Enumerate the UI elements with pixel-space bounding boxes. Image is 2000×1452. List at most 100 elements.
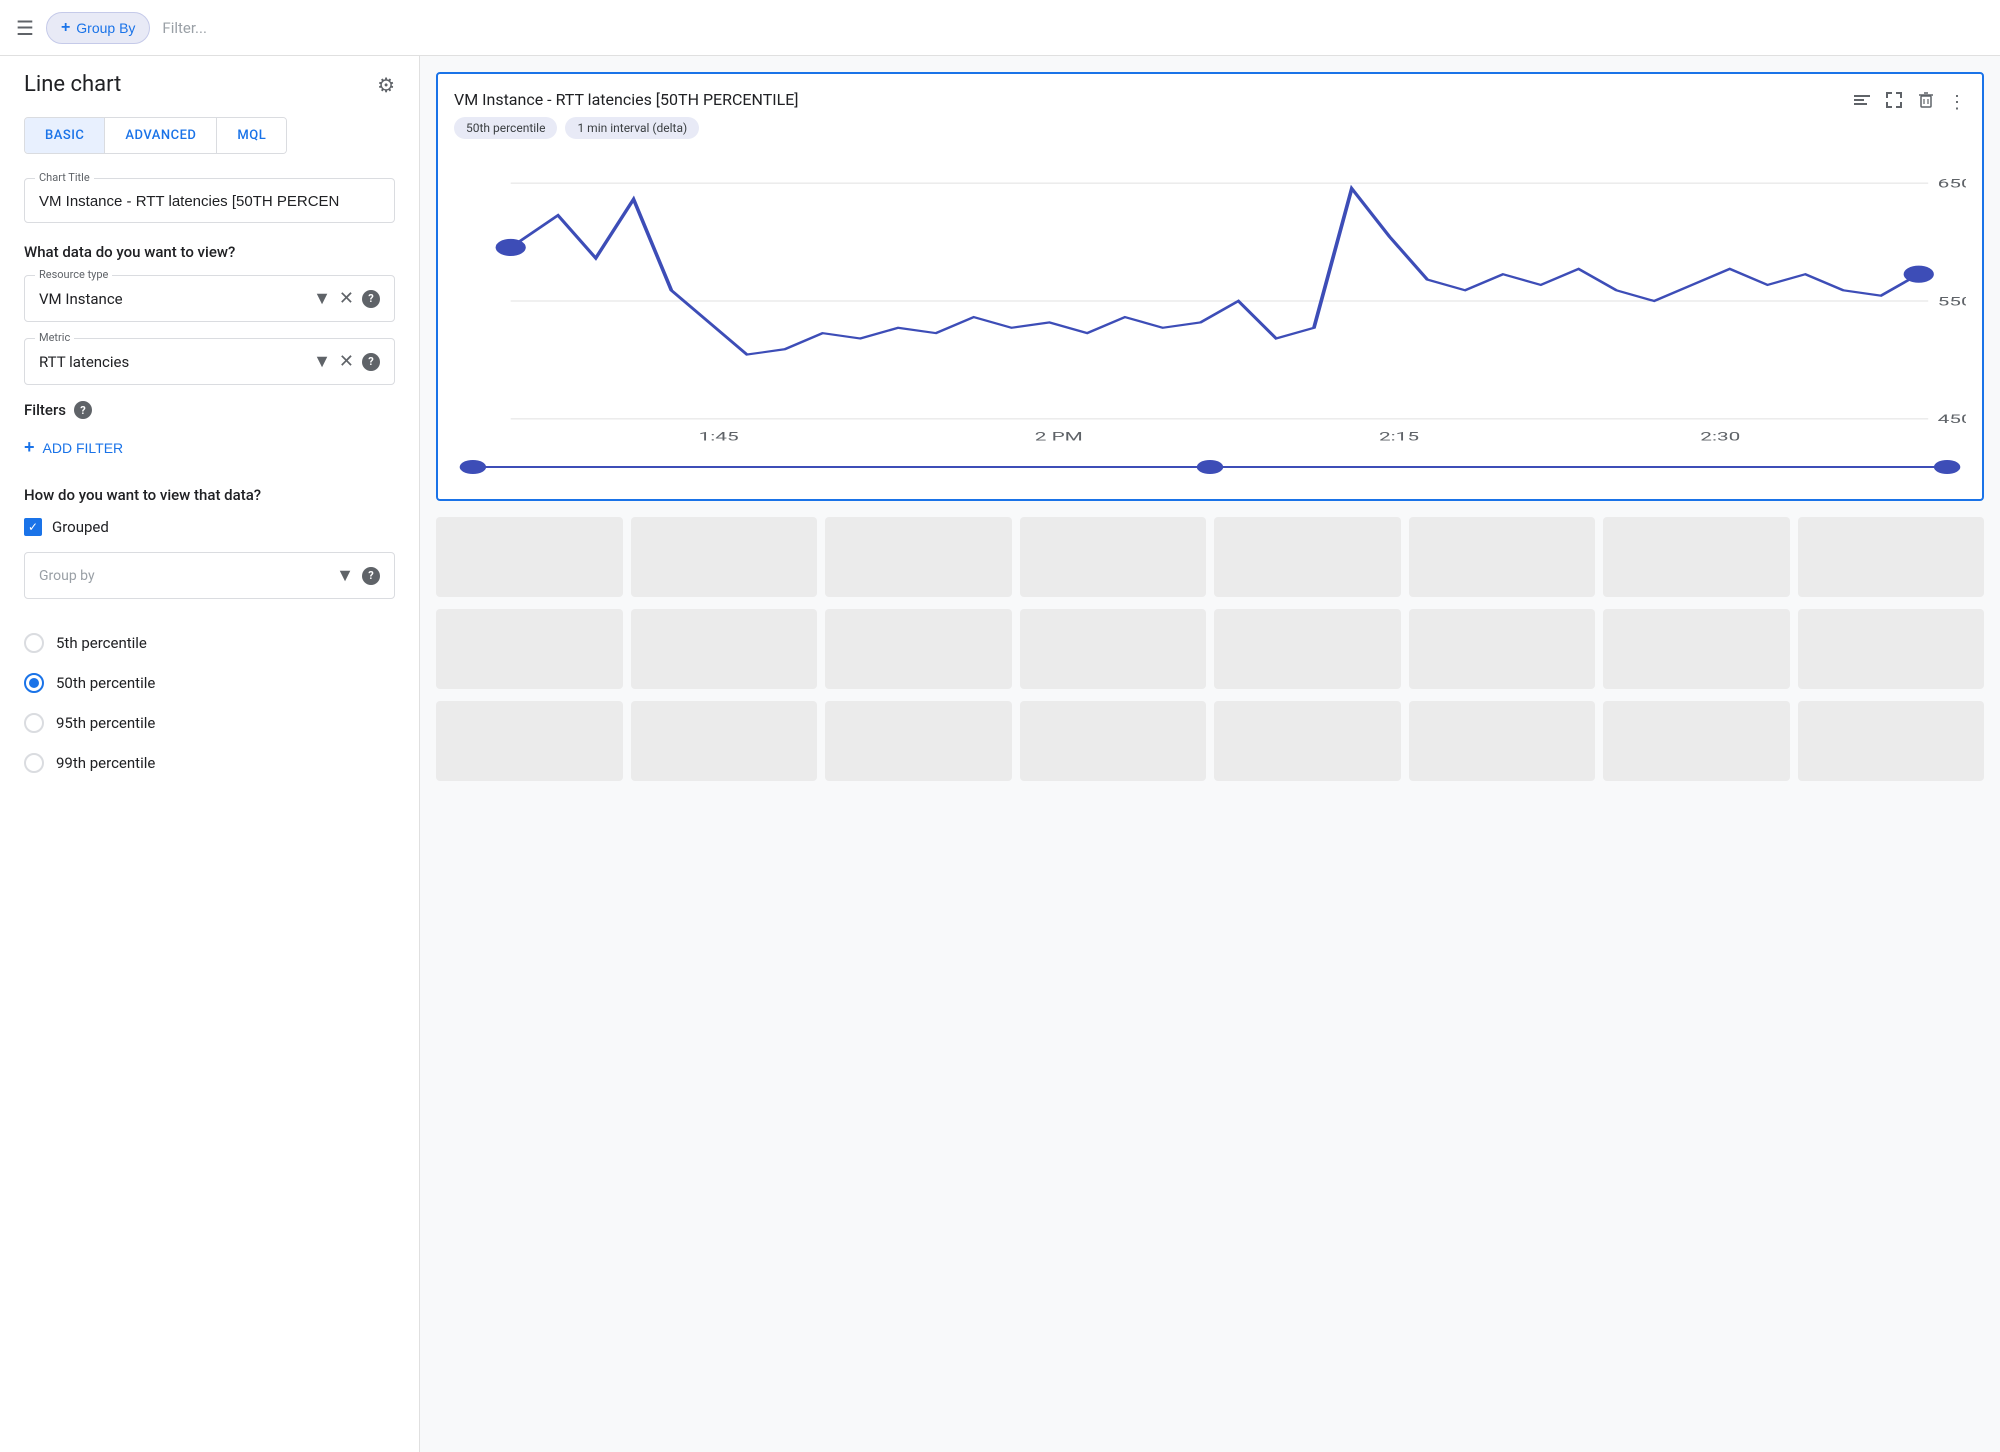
- data-section-title: What data do you want to view?: [24, 243, 395, 261]
- group-by-label: Group By: [76, 20, 135, 36]
- gear-icon[interactable]: ⚙: [377, 73, 395, 97]
- group-by-arrow-icon[interactable]: ▼: [336, 565, 354, 586]
- percentile-options: 5th percentile 50th percentile 95th perc…: [24, 623, 395, 783]
- thumbnail-cell: [825, 609, 1012, 689]
- thumbnail-cell: [825, 701, 1012, 781]
- thumbnail-cell: [1409, 701, 1596, 781]
- svg-text:550us: 550us: [1938, 295, 1966, 309]
- svg-text:2:30: 2:30: [1700, 430, 1740, 444]
- group-by-help-icon[interactable]: ?: [362, 567, 380, 585]
- metric-label: Metric: [35, 331, 74, 344]
- svg-text:650us: 650us: [1938, 177, 1966, 191]
- filters-label: Filters: [24, 401, 66, 419]
- metric-help-icon[interactable]: ?: [362, 353, 380, 371]
- filters-header: Filters ?: [24, 401, 395, 419]
- add-filter-button[interactable]: + ADD FILTER: [24, 433, 123, 462]
- grouped-checkbox[interactable]: ✓: [24, 518, 42, 536]
- thumbnail-cell: [1409, 517, 1596, 597]
- panel-header: Line chart ⚙: [24, 72, 395, 97]
- tab-basic[interactable]: BASIC: [25, 118, 105, 153]
- radio-5th-label: 5th percentile: [56, 634, 147, 652]
- chart-header: VM Instance - RTT latencies [50TH PERCEN…: [454, 90, 1966, 139]
- svg-text:2 PM: 2 PM: [1035, 430, 1083, 444]
- thumbnail-cell: [631, 517, 818, 597]
- chart-title-input[interactable]: [39, 193, 380, 210]
- filter-placeholder[interactable]: Filter...: [162, 19, 207, 37]
- tab-advanced[interactable]: ADVANCED: [105, 118, 217, 153]
- chart-tag-interval: 1 min interval (delta): [565, 117, 699, 139]
- radio-95th-label: 95th percentile: [56, 714, 155, 732]
- group-by-dropdown[interactable]: Group by ▼ ?: [24, 552, 395, 599]
- clear-metric-icon[interactable]: ✕: [339, 351, 354, 372]
- fullscreen-icon[interactable]: [1884, 90, 1904, 115]
- percentile-50th[interactable]: 50th percentile: [24, 663, 395, 703]
- add-filter-plus-icon: +: [24, 437, 35, 458]
- dropdown-arrow-icon[interactable]: ▼: [313, 288, 331, 309]
- resource-type-label: Resource type: [35, 268, 112, 281]
- thumbnail-grids: [436, 517, 1984, 781]
- tabs-container: BASIC ADVANCED MQL: [24, 117, 287, 154]
- radio-50th[interactable]: [24, 673, 44, 693]
- radio-95th[interactable]: [24, 713, 44, 733]
- resource-help-icon[interactable]: ?: [362, 290, 380, 308]
- thumbnail-cell: [436, 517, 623, 597]
- right-panel: VM Instance - RTT latencies [50TH PERCEN…: [420, 56, 2000, 1452]
- main-layout: Line chart ⚙ BASIC ADVANCED MQL Chart Ti…: [0, 56, 2000, 1452]
- resource-type-field: Resource type VM Instance ▼ ✕ ?: [24, 275, 395, 322]
- metric-field: Metric RTT latencies ▼ ✕ ?: [24, 338, 395, 385]
- metric-value: RTT latencies: [39, 353, 305, 371]
- panel-title: Line chart: [24, 72, 121, 97]
- filters-help-icon[interactable]: ?: [74, 401, 92, 419]
- svg-text:1:45: 1:45: [699, 430, 739, 444]
- clear-resource-icon[interactable]: ✕: [339, 288, 354, 309]
- svg-text:450us: 450us: [1938, 413, 1966, 427]
- dropdown-arrow-metric-icon[interactable]: ▼: [313, 351, 331, 372]
- chart-actions: ⋮: [1852, 90, 1966, 115]
- percentile-95th[interactable]: 95th percentile: [24, 703, 395, 743]
- thumbnail-cell: [1020, 517, 1207, 597]
- percentile-5th[interactable]: 5th percentile: [24, 623, 395, 663]
- chart-tag-percentile: 50th percentile: [454, 117, 557, 139]
- delete-icon[interactable]: [1916, 90, 1936, 115]
- thumbnail-cell: [631, 701, 818, 781]
- metric-row: RTT latencies ▼ ✕ ?: [39, 351, 380, 372]
- chart-title-label: Chart Title: [35, 171, 94, 184]
- thumbnail-row-1: [436, 609, 1984, 689]
- checkmark-icon: ✓: [28, 521, 38, 533]
- thumbnail-cell: [1409, 609, 1596, 689]
- thumbnail-cell: [1214, 609, 1401, 689]
- thumbnail-cell: [436, 609, 623, 689]
- chart-card: VM Instance - RTT latencies [50TH PERCEN…: [436, 72, 1984, 501]
- chart-dot-left: [496, 239, 526, 256]
- percentile-99th[interactable]: 99th percentile: [24, 743, 395, 783]
- thumbnail-cell: [1020, 609, 1207, 689]
- filter-icon[interactable]: ☰: [16, 16, 34, 40]
- radio-5th[interactable]: [24, 633, 44, 653]
- chart-selector-svg[interactable]: [454, 455, 1966, 479]
- thumbnail-cell: [1798, 701, 1985, 781]
- svg-text:2:15: 2:15: [1379, 430, 1419, 444]
- radio-99th[interactable]: [24, 753, 44, 773]
- grouped-label: Grouped: [52, 518, 109, 536]
- chart-dot-right: [1904, 266, 1934, 283]
- more-options-icon[interactable]: ⋮: [1948, 92, 1966, 113]
- top-bar: ☰ + Group By Filter...: [0, 0, 2000, 56]
- view-section-title: How do you want to view that data?: [24, 486, 395, 504]
- thumbnail-cell: [825, 517, 1012, 597]
- tab-mql[interactable]: MQL: [217, 118, 286, 153]
- thumbnail-row-0: [436, 517, 1984, 597]
- thumbnail-cell: [631, 609, 818, 689]
- resource-type-value: VM Instance: [39, 290, 305, 308]
- chart-title: VM Instance - RTT latencies [50TH PERCEN…: [454, 90, 1852, 109]
- chart-tags: 50th percentile 1 min interval (delta): [454, 117, 1852, 139]
- group-by-dropdown-text: Group by: [39, 568, 328, 584]
- resource-type-row: VM Instance ▼ ✕ ?: [39, 288, 380, 309]
- thumbnail-cell: [436, 701, 623, 781]
- group-by-button[interactable]: + Group By: [46, 12, 150, 44]
- thumbnail-cell: [1214, 701, 1401, 781]
- thumbnail-cell: [1214, 517, 1401, 597]
- chart-title-area: VM Instance - RTT latencies [50TH PERCEN…: [454, 90, 1852, 139]
- grouped-row[interactable]: ✓ Grouped: [24, 518, 395, 536]
- chart-area: 650us 550us 450us 1:45 2 PM 2:15 2:30: [454, 151, 1966, 483]
- legend-icon[interactable]: [1852, 90, 1872, 115]
